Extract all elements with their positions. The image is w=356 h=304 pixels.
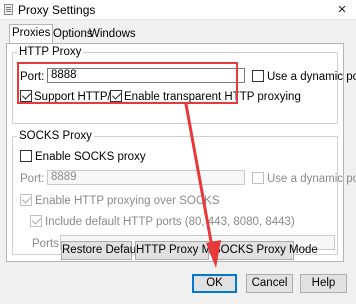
restore-defaults-button[interactable]: Restore Defaults [61, 241, 148, 260]
socks-dynamic-port-checkbox[interactable] [252, 172, 264, 184]
http-over-socks-checkbox[interactable] [20, 194, 32, 206]
socks-dynamic-port-label[interactable]: Use a dynamic port [267, 172, 356, 186]
http-over-socks-label[interactable]: Enable HTTP proxying over SOCKS [35, 194, 220, 208]
annotation-highlight-box [17, 62, 238, 104]
window-title: Proxy Settings [18, 3, 96, 17]
socks-port-label: Port: [20, 173, 45, 185]
socks-proxy-group-label: SOCKS Proxy [17, 129, 94, 143]
tab-proxies[interactable]: Proxies [9, 24, 54, 44]
enable-socks-checkbox[interactable] [20, 150, 32, 162]
include-default-ports-label[interactable]: Include default HTTP ports (80, 443, 808… [45, 215, 295, 229]
document-icon [4, 4, 13, 15]
http-proxy-mode-button[interactable]: HTTP Proxy Mode [135, 241, 230, 260]
http-proxy-group-label: HTTP Proxy [17, 45, 84, 59]
http-dynamic-port-checkbox[interactable] [252, 70, 264, 82]
socks-port-input[interactable]: 8889 [47, 170, 245, 185]
socks-ports-label: Ports: [32, 238, 63, 250]
enable-socks-label[interactable]: Enable SOCKS proxy [35, 150, 146, 164]
ok-button[interactable]: OK [192, 274, 237, 293]
include-default-ports-checkbox[interactable] [30, 215, 42, 227]
close-icon[interactable]: × [330, 0, 354, 20]
cancel-button[interactable]: Cancel [246, 274, 293, 293]
socks-proxy-mode-button[interactable]: SOCKS Proxy Mode [212, 241, 318, 260]
socks-proxy-group: SOCKS Proxy Enable SOCKS proxy Port: 888… [12, 129, 356, 255]
help-button[interactable]: Help [300, 274, 347, 293]
title-bar: Proxy Settings × [0, 0, 356, 20]
http-dynamic-port-label[interactable]: Use a dynamic port [267, 70, 356, 84]
tab-windows[interactable]: Windows [86, 25, 139, 43]
